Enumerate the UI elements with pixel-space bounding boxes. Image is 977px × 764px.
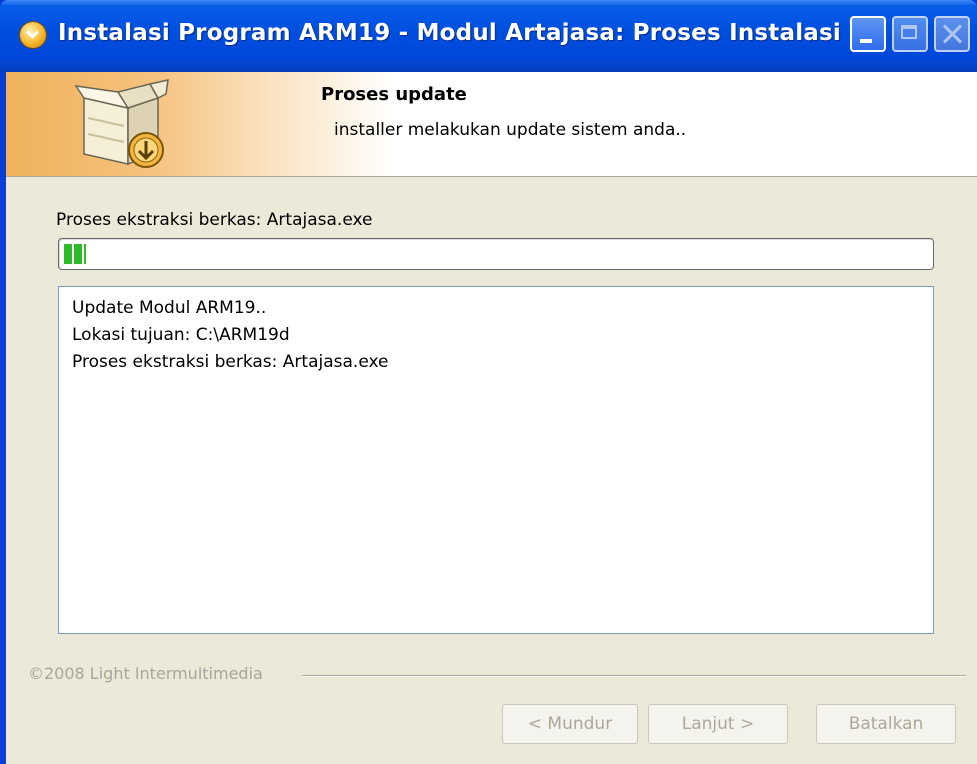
- installer-icon: [20, 22, 46, 48]
- page-title: Proses update: [321, 84, 467, 105]
- cancel-button[interactable]: Batalkan: [816, 704, 956, 744]
- log-line: Update Modul ARM19..: [72, 298, 267, 318]
- box-download-icon: [74, 79, 169, 168]
- back-button[interactable]: < Mundur: [502, 704, 638, 744]
- maximize-button[interactable]: [892, 16, 928, 52]
- wizard-page: Proses update installer melakukan update…: [6, 72, 977, 764]
- log-line: Proses ekstraksi berkas: Artajasa.exe: [72, 352, 389, 372]
- log-list[interactable]: Update Modul ARM19.. Lokasi tujuan: C:\A…: [58, 286, 934, 634]
- close-button[interactable]: [934, 16, 970, 52]
- window-title: Instalasi Program ARM19 - Modul Artajasa…: [58, 20, 841, 46]
- status-label: Proses ekstraksi berkas: Artajasa.exe: [56, 210, 373, 230]
- progress-bar: [58, 238, 934, 270]
- installer-window: Instalasi Program ARM19 - Modul Artajasa…: [0, 0, 977, 764]
- wizard-header: Proses update installer melakukan update…: [6, 72, 977, 177]
- progress-fill: [64, 244, 86, 264]
- page-subtitle: installer melakukan update sistem anda..: [334, 120, 687, 140]
- footer-divider: [302, 675, 966, 677]
- next-button[interactable]: Lanjut >: [648, 704, 788, 744]
- minimize-button[interactable]: [850, 16, 886, 52]
- title-bar[interactable]: Instalasi Program ARM19 - Modul Artajasa…: [0, 0, 977, 72]
- log-line: Lokasi tujuan: C:\ARM19d: [72, 325, 290, 345]
- copyright-text: ©2008 Light Intermultimedia: [28, 664, 263, 683]
